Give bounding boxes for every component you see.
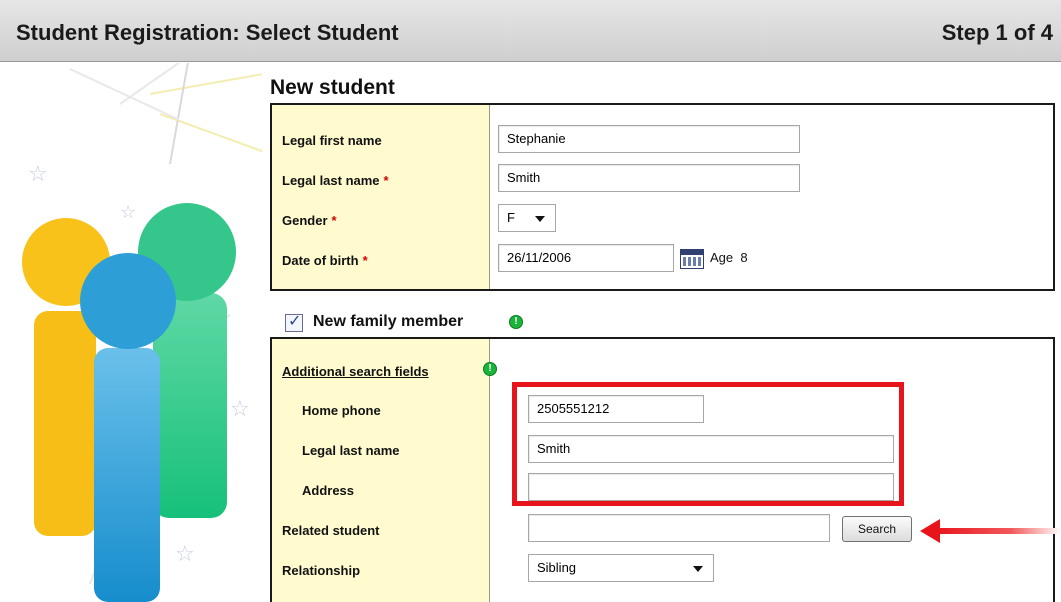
required-marker: * [331, 213, 337, 228]
last-name-label: Legal last name * [282, 173, 389, 188]
star-icon: ☆ [28, 161, 48, 186]
gender-select[interactable]: F [498, 204, 556, 232]
related-student-input[interactable] [528, 514, 830, 542]
star-icon: ☆ [175, 541, 195, 566]
chevron-down-icon [693, 566, 703, 572]
sparkle-ray [149, 68, 262, 95]
arrow-left-icon [920, 519, 940, 543]
home-phone-label: Home phone [302, 403, 381, 418]
gender-value: F [507, 210, 515, 225]
star-icon: ☆ [120, 202, 137, 222]
search-button[interactable]: Search [842, 516, 912, 542]
address-label: Address [302, 483, 355, 498]
wand-line [169, 63, 191, 165]
new-student-heading: New student [270, 76, 395, 99]
sparkle-ray [69, 68, 180, 121]
related-student-label: Related student [282, 523, 380, 538]
age-display: Age 8 [710, 250, 748, 265]
checkmark-icon: ✓ [288, 313, 302, 330]
person-blue-head [80, 253, 176, 349]
info-icon[interactable]: ! [509, 315, 523, 329]
new-family-member-checkbox[interactable]: ✓ [285, 313, 303, 332]
family-last-name-label: Legal last name [302, 443, 400, 458]
annotation-arrow-shaft [935, 528, 1061, 534]
people-illustration: ☆ ☆ ☆ ☆ [0, 63, 262, 602]
page-title: Student Registration: Select Student [16, 20, 399, 45]
dob-label: Date of birth * [282, 253, 368, 268]
step-indicator: Step 1 of 4 [941, 20, 1053, 45]
new-family-member-label: New family member [313, 313, 464, 330]
relationship-value: Sibling [537, 560, 577, 575]
chevron-down-icon [535, 216, 545, 222]
relationship-select[interactable]: Sibling [528, 554, 714, 582]
highlight-box [512, 382, 904, 506]
required-marker: * [362, 253, 368, 268]
header-bar: Student Registration: Select Student Ste… [0, 0, 1061, 62]
dob-input[interactable]: 26/11/2006 [498, 244, 674, 272]
star-icon: ☆ [230, 396, 250, 421]
gender-label: Gender * [282, 213, 337, 228]
last-name-input[interactable]: Smith [498, 164, 800, 192]
info-icon[interactable]: ! [483, 362, 497, 376]
first-name-input[interactable]: Stephanie [498, 125, 800, 153]
first-name-label: Legal first name [282, 133, 382, 148]
person-blue-body [94, 348, 160, 602]
relationship-label: Relationship [282, 563, 361, 578]
required-marker: * [383, 173, 389, 188]
person-yellow-body [34, 311, 96, 536]
calendar-icon[interactable] [680, 249, 704, 269]
new-student-form: Legal first name Stephanie Legal last na… [270, 103, 1055, 291]
additional-search-fields-link[interactable]: Additional search fields [282, 364, 429, 379]
